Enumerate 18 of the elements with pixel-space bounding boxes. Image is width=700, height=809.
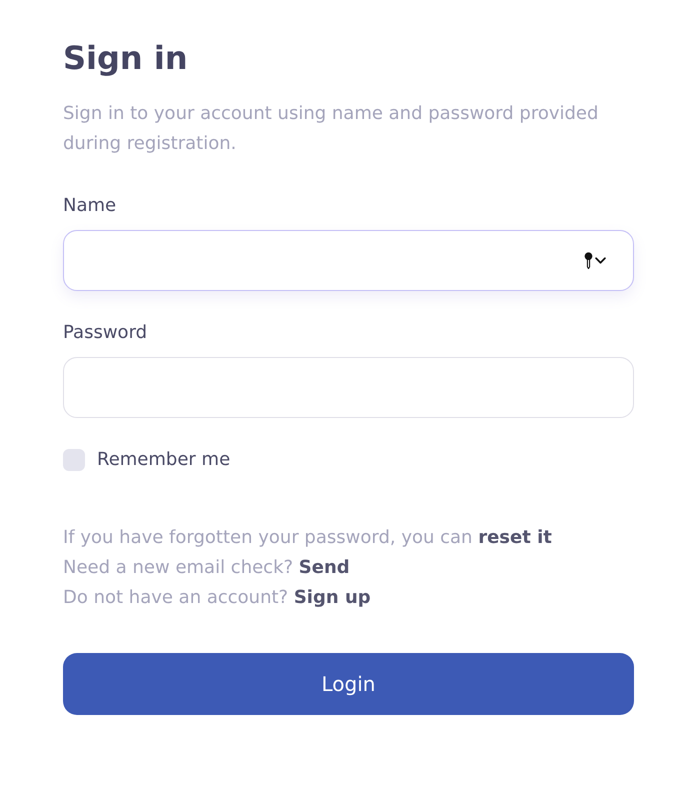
text-link[interactable]: Send	[298, 557, 350, 578]
login-button[interactable]: Login	[63, 653, 634, 715]
key-icon	[584, 252, 593, 269]
text-link[interactable]: Sign up	[294, 587, 371, 608]
text-link[interactable]: reset it	[478, 527, 552, 548]
description-text: Sign in to your account using name and password provided during registration.	[63, 102, 600, 156]
checkbox[interactable]	[63, 449, 85, 471]
autofill-button[interactable]	[584, 252, 606, 269]
help-text: Need a new email check? Send	[63, 556, 351, 580]
help-text: Do not have an account? Sign up	[63, 586, 372, 610]
input-field[interactable]	[63, 230, 634, 291]
chevron-down-icon	[595, 257, 606, 264]
help-text: If you have forgotten your password, you can reset it	[63, 526, 553, 550]
input-field[interactable]	[63, 357, 634, 418]
page-title: Sign in	[63, 38, 189, 79]
field-label: Password	[63, 321, 148, 345]
field-label: Name	[63, 194, 118, 218]
checkbox-label: Remember me	[97, 448, 230, 472]
